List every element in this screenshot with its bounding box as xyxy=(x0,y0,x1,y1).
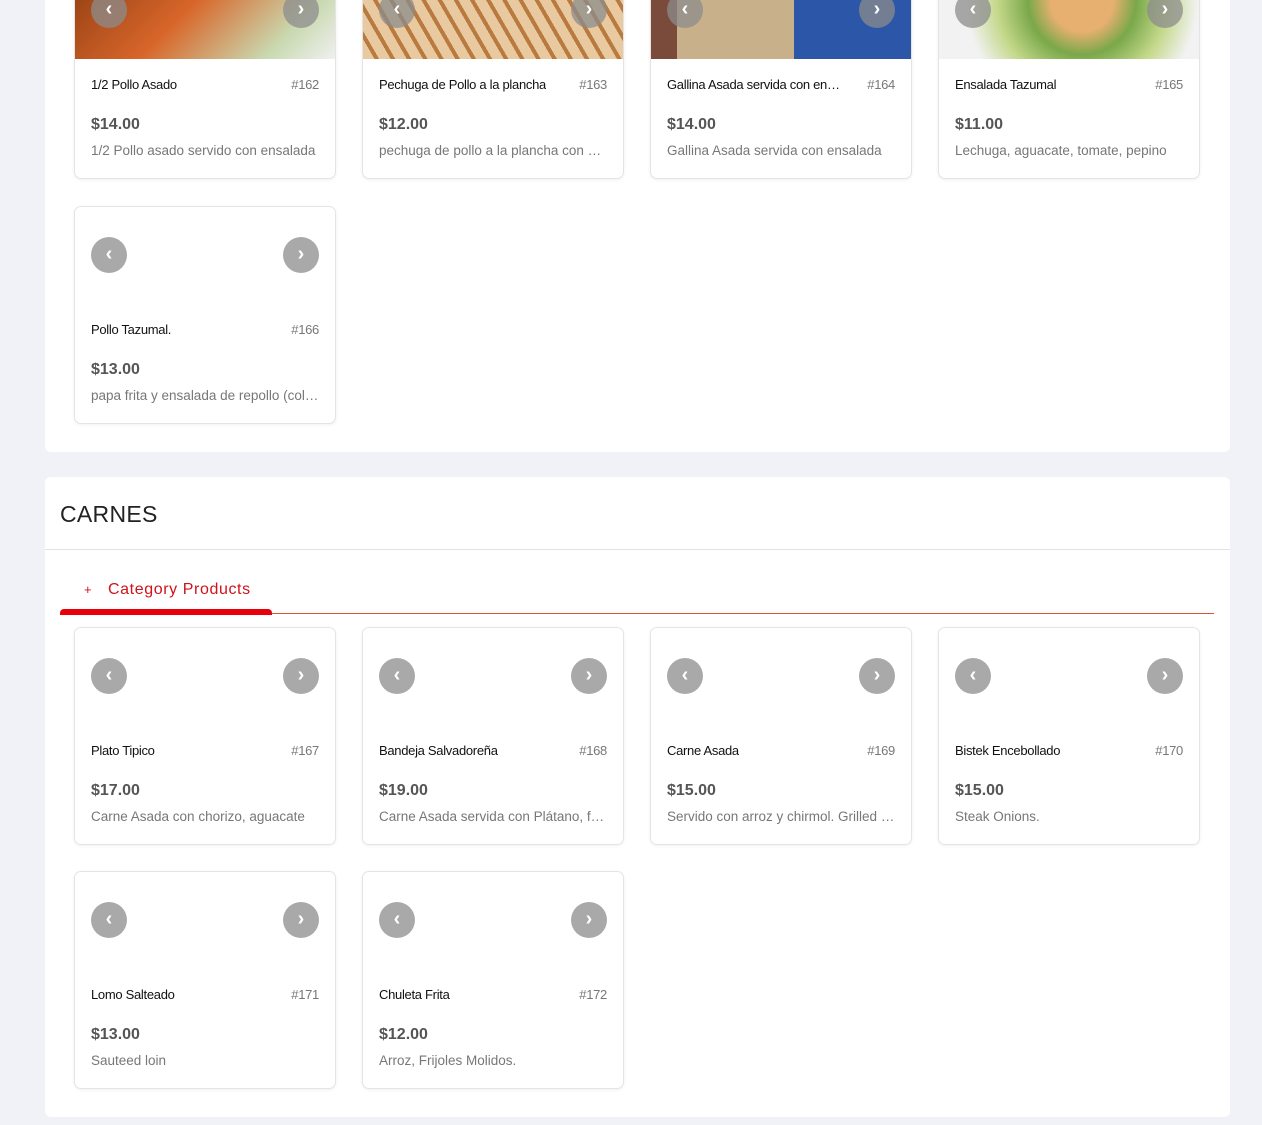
product-card[interactable]: ‹ › 1/2 Pollo Asado #162 $14.00 1/2 Poll… xyxy=(74,0,336,179)
product-description: pechuga de pollo a la plancha con arroz xyxy=(379,143,607,158)
product-card[interactable]: ‹ › Bandeja Salvadoreña #168 $19.00 Carn… xyxy=(362,627,624,845)
product-card[interactable]: ‹ › Lomo Salteado #171 $13.00 Sauteed lo… xyxy=(74,871,336,1089)
product-number: #171 xyxy=(291,987,319,1002)
chevron-right-icon[interactable]: › xyxy=(859,658,895,694)
active-tab-indicator xyxy=(60,609,272,615)
product-card[interactable]: ‹ › Bistek Encebollado #170 $15.00 Steak… xyxy=(938,627,1200,845)
product-name: Pollo Tazumal. xyxy=(91,322,172,337)
product-name: Lomo Salteado xyxy=(91,987,175,1002)
product-description: Gallina Asada servida con ensalada xyxy=(667,143,882,158)
product-card[interactable]: ‹ › Pollo Tazumal. #166 $13.00 papa frit… xyxy=(74,206,336,424)
product-name: Gallina Asada servida con ensalada xyxy=(667,77,842,92)
product-number: #172 xyxy=(579,987,607,1002)
product-price: $11.00 xyxy=(955,116,1004,133)
product-number: #166 xyxy=(291,322,319,337)
product-price: $12.00 xyxy=(379,116,428,133)
divider xyxy=(45,549,1230,550)
chevron-left-icon[interactable]: ‹ xyxy=(955,658,991,694)
product-number: #170 xyxy=(1155,743,1183,758)
product-name: Carne Asada xyxy=(667,743,739,758)
chevron-left-icon[interactable]: ‹ xyxy=(91,237,127,273)
product-description: Arroz, Frijoles Molidos. xyxy=(379,1053,517,1068)
chevron-left-icon[interactable]: ‹ xyxy=(91,902,127,938)
product-number: #162 xyxy=(291,77,319,92)
product-name: Ensalada Tazumal xyxy=(955,77,1057,92)
product-price: $15.00 xyxy=(955,782,1004,799)
product-number: #169 xyxy=(867,743,895,758)
chevron-right-icon[interactable]: › xyxy=(283,658,319,694)
product-number: #163 xyxy=(579,77,607,92)
product-name: Bandeja Salvadoreña xyxy=(379,743,498,758)
chevron-right-icon[interactable]: › xyxy=(283,237,319,273)
product-price: $19.00 xyxy=(379,782,428,799)
chevron-right-icon[interactable]: › xyxy=(571,902,607,938)
product-card[interactable]: ‹ › Pechuga de Pollo a la plancha #163 $… xyxy=(362,0,624,179)
category-section-carnes: CARNES + Category Products ‹ › Plato Tip… xyxy=(45,477,1230,1117)
product-name: Plato Tipico xyxy=(91,743,155,758)
product-price: $13.00 xyxy=(91,361,140,378)
product-description: Steak Onions. xyxy=(955,809,1040,824)
product-number: #168 xyxy=(579,743,607,758)
product-name: Chuleta Frita xyxy=(379,987,450,1002)
product-description: Lechuga, aguacate, tomate, pepino xyxy=(955,143,1167,158)
chevron-right-icon[interactable]: › xyxy=(283,902,319,938)
product-description: Servido con arroz y chirmol. Grilled ste… xyxy=(667,809,895,824)
chevron-left-icon[interactable]: ‹ xyxy=(379,658,415,694)
product-description: Carne Asada con chorizo, aguacate xyxy=(91,809,305,824)
tab-label: Category Products xyxy=(108,581,251,598)
product-price: $14.00 xyxy=(91,116,140,133)
category-section-pollo: ‹ › 1/2 Pollo Asado #162 $14.00 1/2 Poll… xyxy=(45,0,1230,452)
product-card[interactable]: ‹ › Gallina Asada servida con ensalada #… xyxy=(650,0,912,179)
chevron-left-icon[interactable]: ‹ xyxy=(667,658,703,694)
product-card[interactable]: ‹ › Plato Tipico #167 $17.00 Carne Asada… xyxy=(74,627,336,845)
product-price: $17.00 xyxy=(91,782,140,799)
product-number: #164 xyxy=(867,77,895,92)
chevron-right-icon[interactable]: › xyxy=(571,658,607,694)
product-name: Bistek Encebollado xyxy=(955,743,1061,758)
plus-icon: + xyxy=(84,582,93,597)
product-price: $14.00 xyxy=(667,116,716,133)
product-card[interactable]: ‹ › Chuleta Frita #172 $12.00 Arroz, Fri… xyxy=(362,871,624,1089)
product-description: 1/2 Pollo asado servido con ensalada xyxy=(91,143,316,158)
chevron-right-icon[interactable]: › xyxy=(1147,658,1183,694)
product-description: Sauteed loin xyxy=(91,1053,167,1068)
chevron-left-icon[interactable]: ‹ xyxy=(379,902,415,938)
product-price: $12.00 xyxy=(379,1026,428,1043)
chevron-left-icon[interactable]: ‹ xyxy=(91,658,127,694)
product-price: $15.00 xyxy=(667,782,716,799)
category-title: CARNES xyxy=(60,501,158,527)
tab-category-products[interactable]: + Category Products xyxy=(60,577,272,615)
product-price: $13.00 xyxy=(91,1026,140,1043)
product-description: Carne Asada servida con Plátano, frijole… xyxy=(379,809,607,824)
product-card[interactable]: ‹ › Ensalada Tazumal #165 $11.00 Lechuga… xyxy=(938,0,1200,179)
product-number: #165 xyxy=(1155,77,1183,92)
product-name: 1/2 Pollo Asado xyxy=(91,77,177,92)
product-card[interactable]: ‹ › Carne Asada #169 $15.00 Servido con … xyxy=(650,627,912,845)
product-number: #167 xyxy=(291,743,319,758)
product-name: Pechuga de Pollo a la plancha xyxy=(379,77,546,92)
tab-bar: + Category Products xyxy=(60,577,1214,615)
product-description: papa frita y ensalada de repollo (cole s… xyxy=(91,388,319,403)
